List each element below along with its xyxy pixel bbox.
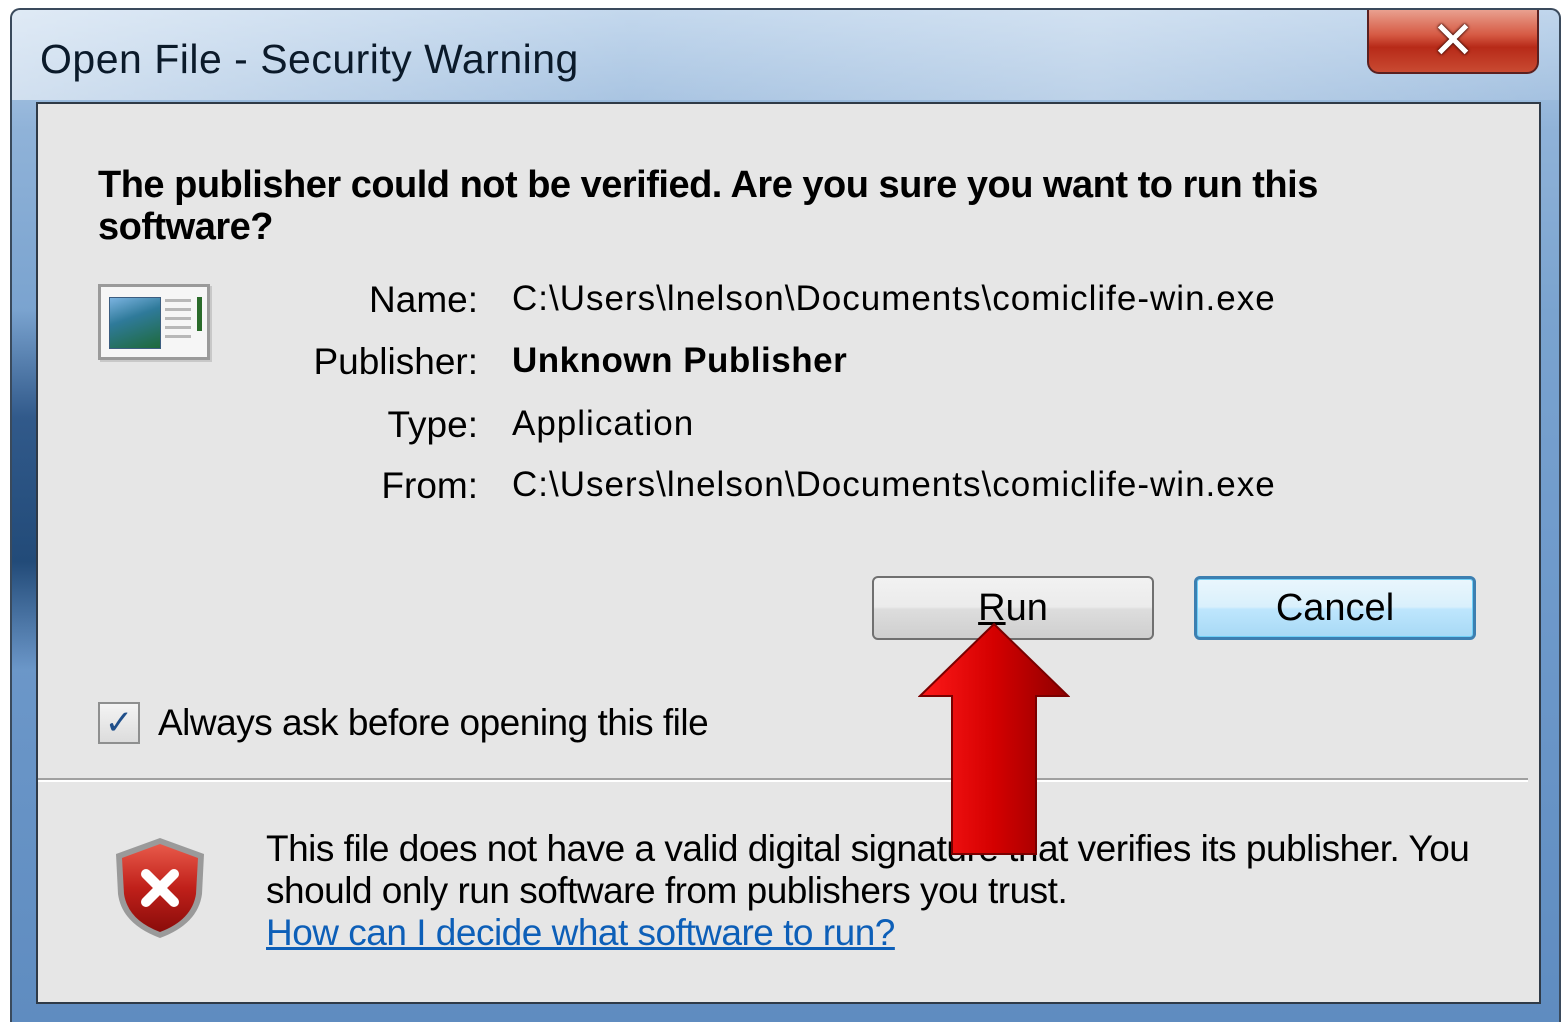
dialog-body: The publisher could not be verified. Are… (36, 102, 1541, 1004)
name-value: C:\Users\lnelson\Documents\comiclife-win… (512, 279, 1276, 318)
security-warning-window: Open File - Security Warning ✕ The publi… (10, 8, 1561, 1022)
help-link[interactable]: How can I decide what software to run? (266, 912, 895, 954)
from-value: C:\Users\lnelson\Documents\comiclife-win… (512, 465, 1276, 504)
close-icon: ✕ (1431, 12, 1475, 70)
type-label: Type: (387, 404, 479, 445)
dialog-heading: The publisher could not be verified. Are… (98, 164, 1318, 248)
separator (38, 778, 1528, 782)
publisher-value: Unknown Publisher (512, 341, 848, 380)
cancel-button[interactable]: Cancel (1194, 576, 1476, 640)
always-ask-label[interactable]: Always ask before opening this file (158, 702, 709, 744)
publisher-label: Publisher: (313, 341, 478, 382)
name-label: Name: (369, 279, 478, 320)
shield-error-icon (116, 838, 204, 938)
from-label: From: (381, 465, 478, 506)
red-arrow-up-icon (918, 622, 1070, 855)
type-value: Application (512, 404, 695, 443)
checkmark-icon: ✓ (104, 704, 134, 742)
warning-text: This file does not have a valid digital … (266, 828, 1470, 911)
always-ask-checkbox[interactable]: ✓ (98, 702, 140, 744)
window-title: Open File - Security Warning (40, 36, 579, 82)
cancel-button-label: Cancel (1275, 586, 1395, 629)
window-frame-streak (12, 310, 38, 670)
close-button[interactable]: ✕ (1367, 10, 1539, 74)
